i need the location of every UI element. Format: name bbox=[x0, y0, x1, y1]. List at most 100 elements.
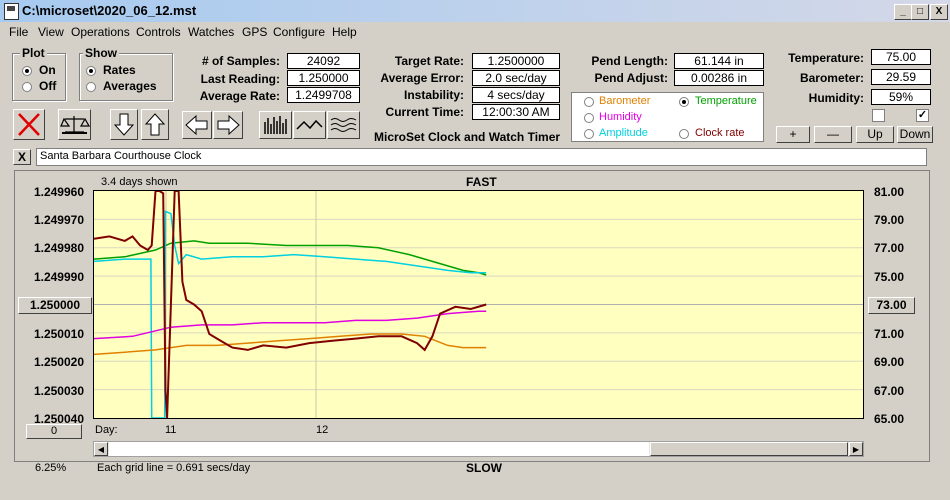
minus-button[interactable]: — bbox=[814, 126, 852, 143]
balance-button[interactable] bbox=[58, 109, 91, 140]
humidity-radio[interactable] bbox=[584, 113, 594, 123]
instability-label: Instability: bbox=[403, 88, 464, 102]
show-rates-radio[interactable] bbox=[86, 66, 96, 76]
last-reading-label: Last Reading: bbox=[200, 72, 280, 86]
arrow-up-icon bbox=[144, 113, 166, 136]
close-button[interactable]: X bbox=[930, 4, 948, 20]
line-view-button[interactable] bbox=[293, 111, 326, 139]
y-right-tick: 81.00 bbox=[874, 185, 905, 199]
humidity-reading-field[interactable]: 59% bbox=[871, 89, 931, 105]
offset-button[interactable]: 0 bbox=[26, 424, 82, 439]
plot-group bbox=[12, 53, 66, 101]
menu-file[interactable]: File bbox=[9, 25, 28, 39]
average-rate-field[interactable]: 1.2499708 bbox=[287, 87, 360, 103]
waves-icon bbox=[330, 118, 357, 132]
amplitude-radio[interactable] bbox=[584, 129, 594, 139]
humidity-label[interactable]: Humidity bbox=[599, 111, 642, 123]
plot-on-label[interactable]: On bbox=[39, 63, 56, 77]
temperature-radio[interactable] bbox=[679, 97, 689, 107]
menu-bar: File View Operations Controls Watches GP… bbox=[0, 23, 950, 41]
menu-help[interactable]: Help bbox=[332, 25, 357, 39]
center-rate-button[interactable]: 1.250000 bbox=[18, 297, 92, 314]
center-sensor-button[interactable]: 73.00 bbox=[868, 297, 915, 314]
average-rate-label: Average Rate: bbox=[199, 89, 280, 103]
y-left-tick: 1.249980 bbox=[33, 241, 84, 255]
fast-label: FAST bbox=[466, 175, 497, 189]
show-averages-radio[interactable] bbox=[86, 82, 96, 92]
target-rate-field[interactable]: 1.2500000 bbox=[472, 53, 560, 69]
amplitude-label[interactable]: Amplitude bbox=[599, 127, 648, 139]
app-icon[interactable] bbox=[4, 3, 19, 20]
checkbox-2[interactable]: ✓ bbox=[916, 109, 929, 122]
last-reading-field[interactable]: 1.250000 bbox=[287, 70, 360, 86]
arrow-down-icon bbox=[113, 113, 135, 136]
current-time-label: Current Time: bbox=[385, 105, 464, 119]
horizontal-scrollbar[interactable]: ◀ ▶ bbox=[93, 441, 864, 457]
show-rates-label[interactable]: Rates bbox=[103, 63, 136, 77]
arrow-left-icon bbox=[185, 114, 208, 136]
menu-view[interactable]: View bbox=[38, 25, 64, 39]
instability-field[interactable]: 4 secs/day bbox=[472, 87, 560, 103]
series-temperature bbox=[93, 240, 487, 276]
barometer-label[interactable]: Barometer bbox=[599, 95, 650, 107]
y-right-tick: 79.00 bbox=[874, 213, 905, 227]
minimize-button[interactable]: _ bbox=[894, 4, 912, 20]
bar-view-button[interactable] bbox=[259, 111, 292, 139]
menu-gps[interactable]: GPS bbox=[242, 25, 267, 39]
menu-operations[interactable]: Operations bbox=[71, 25, 130, 39]
plot-off-radio[interactable] bbox=[22, 82, 32, 92]
grid-note-label: Each grid line = 0.691 secs/day bbox=[97, 462, 251, 474]
samples-field[interactable]: 24092 bbox=[287, 53, 360, 69]
current-time-field[interactable]: 12:00:30 AM bbox=[472, 104, 560, 120]
clear-clock-button[interactable]: X bbox=[13, 149, 31, 165]
barometer-reading-field[interactable]: 29.59 bbox=[871, 69, 931, 85]
y-left-tick: 1.250020 bbox=[33, 355, 84, 369]
show-group bbox=[79, 53, 173, 101]
menu-controls[interactable]: Controls bbox=[136, 25, 181, 39]
left-arrow-button[interactable] bbox=[182, 111, 212, 139]
scroll-thumb[interactable] bbox=[650, 442, 848, 456]
arrow-right-icon bbox=[217, 114, 240, 136]
y-right-tick: 67.00 bbox=[874, 384, 905, 398]
window-title: C:\microset\2020_06_12.mst bbox=[22, 3, 197, 18]
menu-configure[interactable]: Configure bbox=[273, 25, 325, 39]
plus-button[interactable]: + bbox=[776, 126, 810, 143]
maximize-button[interactable]: □ bbox=[911, 4, 929, 20]
checkbox-1[interactable] bbox=[872, 109, 885, 122]
wave-view-button[interactable] bbox=[327, 111, 360, 139]
y-right-tick: 69.00 bbox=[874, 355, 905, 369]
average-error-label: Average Error: bbox=[380, 71, 464, 85]
up-arrow-button[interactable] bbox=[141, 109, 169, 140]
app-title-label: MicroSet Clock and Watch Timer bbox=[374, 130, 561, 144]
up-button[interactable]: Up bbox=[856, 126, 894, 143]
scroll-right-icon[interactable]: ▶ bbox=[849, 442, 863, 456]
scroll-left-icon[interactable]: ◀ bbox=[94, 442, 108, 456]
temperature-reading-field[interactable]: 75.00 bbox=[871, 49, 931, 65]
balance-scale-icon bbox=[60, 116, 91, 134]
percent-label: 6.25% bbox=[35, 462, 67, 474]
menu-watches[interactable]: Watches bbox=[188, 25, 234, 39]
right-arrow-button[interactable] bbox=[213, 111, 243, 139]
temperature-reading-label: Temperature: bbox=[788, 51, 864, 65]
clock-name-field[interactable]: Santa Barbara Courthouse Clock bbox=[36, 148, 927, 166]
pend-length-field[interactable]: 61.144 in bbox=[674, 53, 764, 69]
down-arrow-button[interactable] bbox=[110, 109, 138, 140]
down-button[interactable]: Down bbox=[897, 126, 933, 143]
barometer-reading-label: Barometer: bbox=[799, 71, 864, 85]
series-humidity bbox=[93, 310, 487, 340]
clock-rate-radio[interactable] bbox=[679, 129, 689, 139]
days-shown-label: 3.4 days shown bbox=[101, 176, 178, 188]
average-error-field[interactable]: 2.0 sec/day bbox=[472, 70, 560, 86]
scroll-track[interactable] bbox=[109, 442, 649, 456]
show-averages-label[interactable]: Averages bbox=[103, 79, 157, 93]
clock-rate-label[interactable]: Clock rate bbox=[695, 127, 745, 139]
slow-label: SLOW bbox=[466, 461, 502, 475]
plot-area[interactable] bbox=[93, 190, 864, 419]
plot-off-label[interactable]: Off bbox=[39, 79, 56, 93]
temperature-label[interactable]: Temperature bbox=[695, 95, 757, 107]
target-rate-label: Target Rate: bbox=[394, 54, 464, 68]
pend-adjust-field[interactable]: 0.00286 in bbox=[674, 70, 764, 86]
plot-on-radio[interactable] bbox=[22, 66, 32, 76]
barometer-radio[interactable] bbox=[584, 97, 594, 107]
stop-button[interactable] bbox=[13, 109, 45, 140]
